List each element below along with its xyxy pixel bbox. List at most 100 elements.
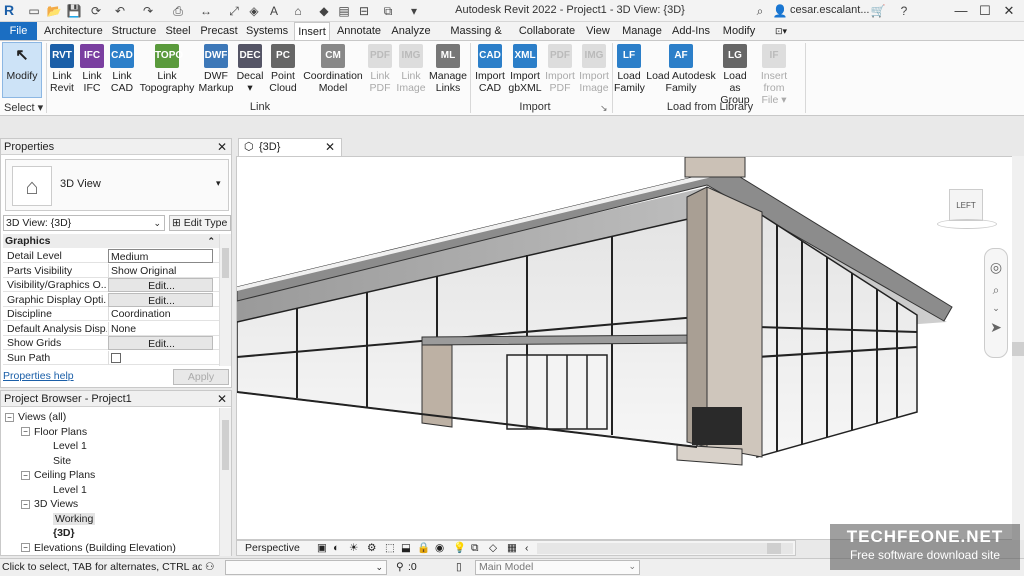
edit-button[interactable]: Edit...	[108, 336, 213, 350]
editable-only-icon[interactable]: ▯	[456, 559, 462, 576]
reveal-hidden-icon[interactable]: 💡	[453, 541, 466, 555]
link-button-10[interactable]: ML Manage Links	[428, 43, 468, 99]
zoom-icon[interactable]: ⌕	[988, 283, 1004, 299]
link-button-5[interactable]: DEC Decal ▾	[236, 43, 264, 99]
tree-item[interactable]: − Floor Plans	[21, 426, 87, 439]
link-button-6[interactable]: PC Point Cloud	[266, 43, 300, 99]
default-3d-view-icon[interactable]: ⌂	[290, 3, 306, 19]
worksharing-icon[interactable]: ⧉	[471, 541, 479, 555]
sun-path-icon[interactable]: ☀	[349, 541, 358, 555]
graphics-group-header[interactable]: Graphics ⌃	[3, 234, 219, 248]
close-icon[interactable]: ✕	[217, 391, 227, 407]
type-selector[interactable]: ⌂ 3D View ▾	[5, 159, 229, 211]
search-icon[interactable]: ⌕	[752, 3, 768, 19]
horizontal-scrollbar[interactable]	[537, 543, 793, 554]
tab-precast[interactable]: Precast	[200, 22, 238, 40]
save-icon[interactable]: 💾	[66, 3, 82, 19]
close-hidden-icon[interactable]: ⊟	[356, 3, 372, 19]
library-button-0[interactable]: LF Load Family	[614, 43, 645, 99]
link-button-7[interactable]: CM Coordination Model	[302, 43, 364, 99]
collapse-icon[interactable]: ‹	[525, 541, 529, 555]
library-button-1[interactable]: AF Load Autodesk Family	[646, 43, 716, 99]
analytical-model-icon[interactable]: ◇	[489, 541, 497, 555]
scroll-thumb[interactable]	[222, 248, 229, 278]
properties-help-link[interactable]: Properties help	[3, 370, 74, 382]
customize-qat-icon[interactable]: ▾	[406, 3, 422, 19]
tab-massing-site[interactable]: Massing & Site	[440, 22, 512, 55]
undo-icon[interactable]: ↶	[112, 3, 128, 19]
close-icon[interactable]: ✕	[325, 139, 335, 155]
navigate-icon[interactable]: ➤	[988, 319, 1004, 337]
link-button-9[interactable]: IMG Link Image	[396, 43, 426, 99]
crop-view-icon[interactable]: ⬚	[385, 541, 395, 555]
edit-button[interactable]: Edit...	[108, 278, 213, 292]
tab-manage[interactable]: Manage	[620, 22, 664, 40]
import-button-1[interactable]: XML Import gbXML	[508, 43, 542, 99]
tab-steel[interactable]: Steel	[164, 22, 192, 40]
property-value[interactable]: None	[108, 321, 213, 336]
lock-view-icon[interactable]: 🔒	[417, 541, 430, 555]
workset-dropdown[interactable]: ⌄	[225, 560, 387, 575]
user-name[interactable]: cesar.escalant...	[790, 4, 870, 16]
apply-button[interactable]: Apply	[173, 369, 229, 385]
tree-item[interactable]: {3D}	[53, 527, 75, 540]
thin-lines-icon[interactable]: ▤	[336, 3, 352, 19]
tab-collaborate[interactable]: Collaborate	[518, 22, 576, 40]
help-icon[interactable]: ?	[896, 3, 912, 19]
close-window-button[interactable]: ✕	[998, 2, 1020, 20]
link-button-3[interactable]: TOPO Link Topography	[138, 43, 196, 99]
tag-icon[interactable]: ◈	[246, 3, 262, 19]
property-value[interactable]	[108, 350, 213, 365]
link-button-0[interactable]: RVT Link Revit	[48, 43, 76, 99]
property-value[interactable]: Coordination	[108, 307, 213, 321]
import-button-0[interactable]: CAD Import CAD	[474, 43, 506, 99]
edit-type-button[interactable]: ⊞ Edit Type	[169, 215, 231, 231]
tab-annotate[interactable]: Annotate	[336, 22, 382, 40]
library-button-2[interactable]: LG Load as Group	[718, 43, 752, 106]
cart-icon[interactable]: 🛒	[870, 3, 886, 19]
tree-item[interactable]: Level 1	[53, 484, 87, 497]
minimize-button[interactable]: —	[950, 2, 972, 20]
steering-wheel-icon[interactable]: ◎	[988, 259, 1004, 277]
worksets-icon[interactable]: ⚇	[205, 559, 214, 576]
3d-viewport[interactable]: LEFT	[236, 156, 1024, 540]
measure-icon[interactable]: ↔	[198, 3, 214, 19]
sync-icon[interactable]: ⟳	[88, 3, 104, 19]
tab-architecture[interactable]: Architecture	[44, 22, 103, 40]
library-button-3[interactable]: IF Insert from File ▾	[754, 43, 794, 106]
link-button-8[interactable]: PDF Link PDF	[366, 43, 394, 99]
import-button-3[interactable]: IMG Import Image	[578, 43, 610, 99]
design-option-dropdown[interactable]: Main Model ⌄	[475, 560, 640, 575]
tab-view[interactable]: View	[584, 22, 612, 40]
view-tab-3d[interactable]: ⬡ {3D} ✕	[238, 138, 342, 156]
temporary-hide-icon[interactable]: ◉	[435, 541, 444, 555]
tab-insert[interactable]: Insert	[294, 22, 330, 40]
shadows-icon[interactable]: ◐	[333, 541, 339, 555]
tree-item[interactable]: − Ceiling Plans	[21, 469, 95, 482]
collapse-toggle-icon[interactable]: −	[21, 470, 30, 480]
properties-scrollbar[interactable]	[219, 234, 231, 366]
dialog-launcher-icon[interactable]: ↘	[600, 103, 608, 114]
tree-item[interactable]: −3D Views	[21, 498, 78, 511]
open-icon[interactable]: ▭	[26, 3, 42, 19]
tab-systems[interactable]: Systems	[246, 22, 288, 40]
show-crop-icon[interactable]: ⬓	[401, 541, 411, 555]
tree-item[interactable]: − Views (all)	[5, 411, 66, 424]
user-icon[interactable]: 👤	[772, 3, 788, 19]
switch-windows-icon[interactable]: ⧉	[380, 3, 396, 19]
import-button-2[interactable]: PDF Import PDF	[544, 43, 576, 99]
viewcube-ring[interactable]	[937, 219, 997, 229]
collapse-toggle-icon[interactable]: −	[21, 427, 30, 437]
browser-scrollbar[interactable]	[219, 408, 231, 556]
tab-analyze[interactable]: Analyze	[390, 22, 432, 40]
render-icon[interactable]: ⚙	[367, 541, 376, 555]
scroll-thumb[interactable]	[767, 543, 781, 554]
property-value[interactable]: Medium	[108, 249, 213, 263]
print-icon[interactable]: ⎙	[170, 3, 186, 19]
text-icon[interactable]: A	[266, 3, 282, 19]
edit-button[interactable]: Edit...	[108, 292, 213, 307]
property-value[interactable]: Show Original	[108, 263, 213, 278]
scroll-thumb[interactable]	[1012, 342, 1024, 356]
sun-path-checkbox[interactable]	[111, 352, 121, 363]
ribbon-options-icon[interactable]: ⊡▾	[770, 22, 792, 40]
